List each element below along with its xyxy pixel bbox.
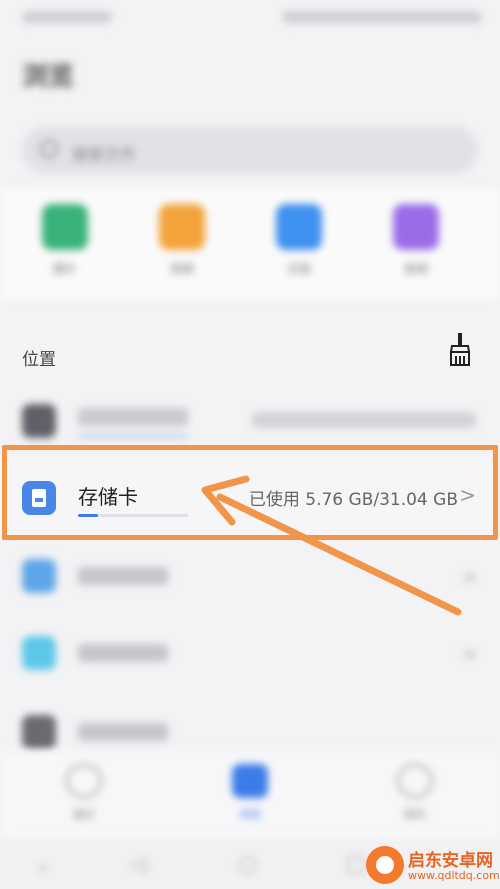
- chevron-right-icon: >: [461, 565, 478, 589]
- sd-card-icon: [22, 481, 56, 515]
- page-title: 浏览: [22, 62, 75, 92]
- status-icons: [282, 11, 482, 23]
- category-bar: 图片 视频 文档 音频: [0, 188, 500, 300]
- category-audio[interactable]: 音频: [371, 204, 461, 284]
- category-docs[interactable]: 文档: [254, 204, 344, 284]
- status-time: [22, 11, 112, 23]
- watermark-url: www.qdltdq.com: [408, 869, 500, 882]
- storage-usage-bar-fill: [78, 514, 99, 517]
- watermark-logo-icon: [366, 846, 404, 884]
- clean-broom-icon[interactable]: [446, 332, 474, 366]
- nav-label: 浏览: [239, 808, 261, 821]
- person-icon: [397, 764, 433, 798]
- location-row[interactable]: >: [0, 541, 500, 611]
- device-icon: [22, 559, 56, 593]
- category-images[interactable]: 图片: [20, 204, 110, 284]
- storage-usage-text: 已使用 5.76 GB/31.04 GB: [248, 490, 458, 510]
- category-label: 音频: [403, 262, 428, 276]
- category-videos[interactable]: 视频: [137, 204, 227, 284]
- category-label: 视频: [169, 262, 194, 276]
- nav-mine[interactable]: 我的: [375, 764, 455, 828]
- watermark: 启东安卓网 www.qdltdq.com: [362, 843, 500, 887]
- location-name: [78, 567, 168, 585]
- search-icon: [40, 140, 58, 158]
- location-storage-card[interactable]: 存储卡 已使用 5.76 GB/31.04 GB >: [0, 457, 500, 539]
- video-icon: [159, 204, 205, 250]
- location-name: [78, 408, 188, 426]
- chevron-right-icon: >: [459, 483, 476, 507]
- nav-recent[interactable]: 最近: [44, 764, 124, 828]
- home-icon[interactable]: ○: [238, 852, 257, 877]
- storage-usage-bar: [78, 514, 188, 517]
- nav-browse[interactable]: 浏览: [210, 764, 290, 828]
- chevron-down-icon[interactable]: ⌄: [34, 852, 52, 877]
- category-label: 文档: [286, 262, 311, 276]
- audio-icon: [393, 204, 439, 250]
- location-internal-storage[interactable]: [0, 386, 500, 456]
- location-name: [78, 644, 168, 662]
- watermark-brand: 启东安卓网: [408, 851, 493, 871]
- bottom-nav: 最近 浏览 我的: [0, 752, 500, 840]
- image-icon: [42, 204, 88, 250]
- location-name: [78, 723, 168, 741]
- chevron-right-icon: >: [461, 642, 478, 666]
- search-placeholder: 搜索文件: [72, 145, 137, 164]
- search-input[interactable]: 搜索文件: [22, 126, 478, 174]
- document-icon: [276, 204, 322, 250]
- back-icon[interactable]: ◁: [130, 852, 147, 877]
- network-icon: [22, 636, 56, 670]
- clock-icon: [66, 764, 102, 798]
- nav-label: 我的: [404, 808, 426, 821]
- trash-icon: [22, 715, 56, 749]
- storage-card-name: 存储卡: [78, 485, 138, 509]
- nav-label: 最近: [73, 808, 95, 821]
- section-title-locations: 位置: [22, 350, 56, 370]
- location-row[interactable]: >: [0, 618, 500, 688]
- phone-storage-icon: [22, 404, 56, 438]
- folder-icon: [232, 764, 268, 798]
- usage-bar: [78, 434, 188, 438]
- category-label: 图片: [52, 262, 77, 276]
- status-bar: [0, 0, 500, 36]
- usage-text: [252, 412, 476, 428]
